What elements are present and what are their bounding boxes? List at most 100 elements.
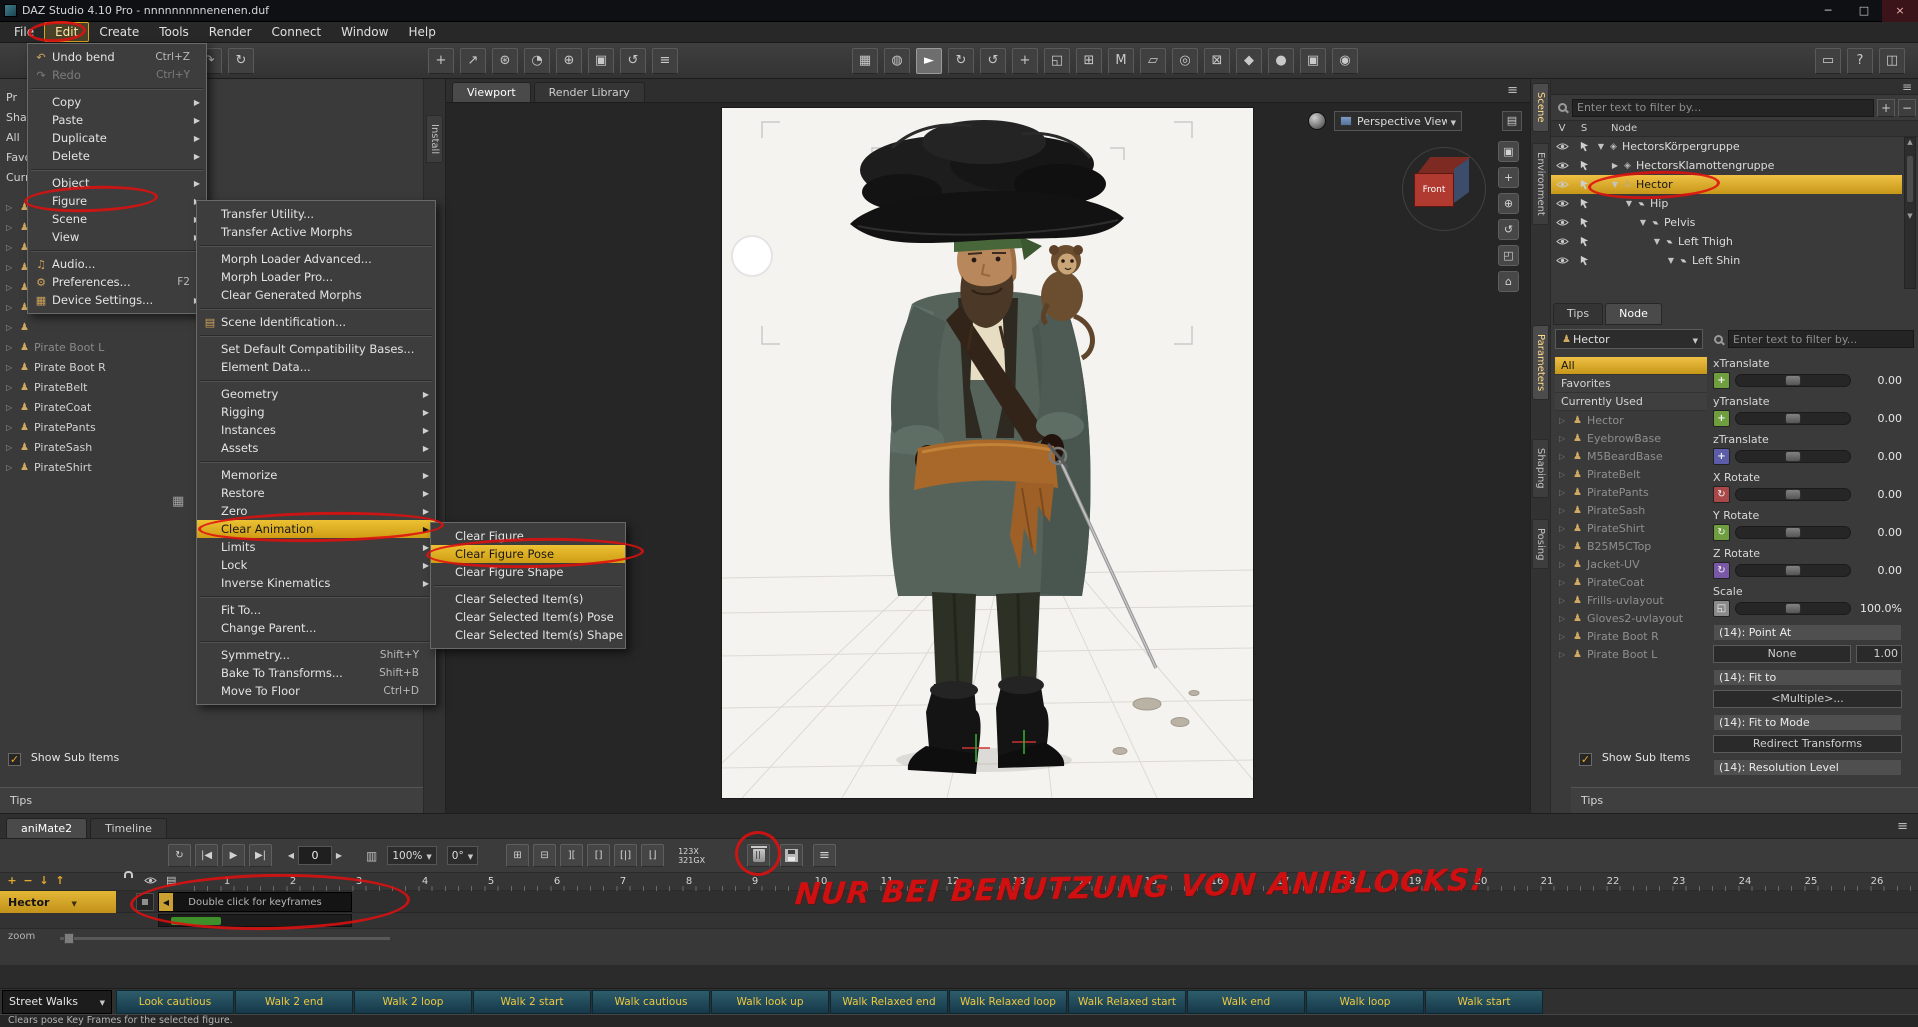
show-sub-items-checkbox[interactable] — [8, 753, 21, 766]
menu-item[interactable]: Element Data... — [197, 358, 435, 376]
selection-arrow-icon[interactable] — [1573, 198, 1595, 209]
expand-arrow-icon[interactable] — [1559, 560, 1571, 569]
frame-decrement-icon[interactable]: ◀ — [284, 851, 298, 860]
loop-range-icon[interactable]: [|] — [614, 844, 638, 867]
parameter-node-row[interactable]: Jacket-UV — [1555, 555, 1707, 573]
keyframe-handle-icon[interactable] — [159, 893, 173, 911]
expand-arrow-icon[interactable] — [6, 203, 18, 212]
delete-keys-icon[interactable] — [747, 844, 770, 867]
expand-arrow-icon[interactable] — [6, 443, 18, 452]
package-icon[interactable]: ▣ — [588, 47, 614, 74]
menu-bar-item[interactable]: Tools — [149, 23, 199, 41]
move-track-down-icon[interactable]: ↓ — [36, 874, 52, 889]
current-frame-field[interactable]: 0 — [298, 846, 332, 865]
slider-handle[interactable] — [1785, 565, 1801, 576]
vertical-tab-posing[interactable]: Posing — [1532, 519, 1549, 570]
viewport-options-icon[interactable] — [1502, 111, 1522, 131]
track-name-cell[interactable]: Hector — [0, 891, 116, 913]
display-icon[interactable]: ▭ — [1815, 47, 1841, 74]
parameter-group-row[interactable]: Currently Used — [1555, 393, 1707, 411]
menu-bar-item[interactable]: Render — [199, 23, 262, 41]
menu-item[interactable]: Bake To Transforms... Shift+B — [197, 664, 435, 682]
expand-arrow-icon[interactable] — [6, 243, 18, 252]
expander-icon[interactable]: ▼ — [1623, 199, 1635, 208]
expand-arrow-icon[interactable] — [6, 363, 18, 372]
aniblock-button[interactable]: Walk loop — [1306, 989, 1424, 1014]
expand-arrow-icon[interactable] — [6, 263, 18, 272]
parameter-node-row[interactable]: Pirate Boot R — [1555, 627, 1707, 645]
point-at-button[interactable]: None — [1713, 644, 1851, 663]
help-icon[interactable]: ? — [1847, 47, 1873, 74]
collapsed-tree-row[interactable] — [0, 317, 31, 337]
param-slider[interactable] — [1735, 602, 1851, 615]
menu-item[interactable]: Clear Figure Pose — [431, 545, 625, 563]
expand-arrow-icon[interactable] — [1559, 524, 1571, 533]
expand-arrow-icon[interactable] — [6, 323, 18, 332]
menu-item[interactable]: Paste — [28, 111, 206, 129]
menu-item[interactable]: Clear Selected Item(s) Pose — [431, 608, 625, 626]
visibility-eye-icon[interactable] — [1551, 199, 1573, 208]
scene-tree-row[interactable]: ▼ Hip — [1551, 194, 1902, 213]
frame-increment-icon[interactable]: ▶ — [332, 851, 346, 860]
expand-arrow-icon[interactable] — [1559, 542, 1571, 551]
viewport-tab[interactable]: Render Library — [533, 82, 645, 102]
scene-scrollbar[interactable]: ▲ ▼ — [1904, 137, 1916, 289]
transfer-node-icon[interactable]: ↗ — [460, 47, 486, 74]
remove-track-icon[interactable]: − — [20, 874, 36, 889]
spray-tool-icon[interactable]: ◆ — [1236, 47, 1262, 74]
parameters-tab[interactable]: Node — [1605, 303, 1662, 325]
menu-item[interactable]: Change Parent... — [197, 619, 435, 637]
expand-arrow-icon[interactable] — [1559, 578, 1571, 587]
menu-item[interactable]: Clear Selected Item(s) — [431, 585, 625, 608]
timeline-tab[interactable]: aniMate2 — [6, 818, 88, 838]
parameter-node-row[interactable]: PirateShirt — [1555, 519, 1707, 537]
parameter-node-row[interactable]: PiratePants — [1555, 483, 1707, 501]
expand-arrow-icon[interactable] — [6, 423, 18, 432]
visibility-eye-icon[interactable] — [1551, 142, 1573, 151]
parameter-node-row[interactable]: Gloves2-uvlayout — [1555, 609, 1707, 627]
camera-pan-icon[interactable]: + — [1498, 167, 1519, 188]
menu-bar-item[interactable]: Help — [398, 23, 445, 41]
timeline-ruler[interactable]: 1 2 3 4 5 6 7 8 9 10 11 12 13 14 15 16 17 18 19 20 21 22 23 24 2… — [180, 873, 1918, 891]
camera-home-icon[interactable]: ⌂ — [1498, 271, 1519, 292]
collapse-keys-icon[interactable]: ⊟ — [533, 844, 557, 867]
menu-item[interactable]: Clear Selected Item(s) Shape — [431, 626, 625, 644]
expand-all-button[interactable] — [1877, 98, 1895, 117]
param-slider[interactable] — [1735, 526, 1851, 539]
menu-item[interactable]: Restore — [197, 484, 435, 502]
param-slider[interactable] — [1735, 374, 1851, 387]
slider-handle[interactable] — [1785, 413, 1801, 424]
view-selector-dropdown[interactable]: Perspective View — [1334, 111, 1462, 131]
target-icon[interactable]: ⊕ — [556, 47, 582, 74]
rotate-tool-icon[interactable]: ↻ — [948, 47, 974, 74]
zoom-slider-handle[interactable] — [64, 933, 74, 944]
parameter-node-row[interactable]: Frills-uvlayout — [1555, 591, 1707, 609]
menu-item[interactable]: Memorize — [197, 461, 435, 484]
menu-item[interactable]: ⚙ Preferences... F2 — [28, 273, 206, 291]
parameter-node-row[interactable]: EyebrowBase — [1555, 429, 1707, 447]
expand-arrow-icon[interactable] — [6, 303, 18, 312]
menu-item[interactable]: Figure — [28, 192, 206, 210]
parameter-node-row[interactable]: PirateSash — [1555, 501, 1707, 519]
selection-arrow-icon[interactable] — [1573, 141, 1595, 152]
track-option-box[interactable] — [136, 893, 154, 911]
menu-bar-item[interactable]: File — [4, 23, 44, 41]
aniblock-button[interactable]: Walk end — [1187, 989, 1305, 1014]
menu-item[interactable]: Transfer Active Morphs — [197, 223, 435, 241]
vertical-tab-scene[interactable]: Scene — [1532, 83, 1549, 132]
film-icon[interactable] — [166, 874, 176, 887]
vertical-tab-install[interactable]: Install — [426, 115, 443, 164]
rotate-cube-icon[interactable]: ↺ — [620, 47, 646, 74]
menu-item[interactable]: Move To Floor Ctrl+D — [197, 682, 435, 700]
expander-icon[interactable]: ▶ — [1609, 161, 1621, 170]
timer-icon[interactable]: ◔ — [524, 47, 550, 74]
menu-item[interactable]: Limits — [197, 538, 435, 556]
menu-bar-item[interactable]: Window — [331, 23, 398, 41]
parameter-node-row[interactable]: M5BeardBase — [1555, 447, 1707, 465]
point-at-value[interactable]: 1.00 — [1856, 644, 1902, 663]
menu-item[interactable]: Fit To... — [197, 596, 435, 619]
fit-to-button[interactable]: <Multiple>... — [1713, 689, 1902, 708]
menu-item[interactable]: View — [28, 228, 206, 246]
scene-filter-input[interactable] — [1572, 98, 1874, 117]
param-slider[interactable] — [1735, 488, 1851, 501]
